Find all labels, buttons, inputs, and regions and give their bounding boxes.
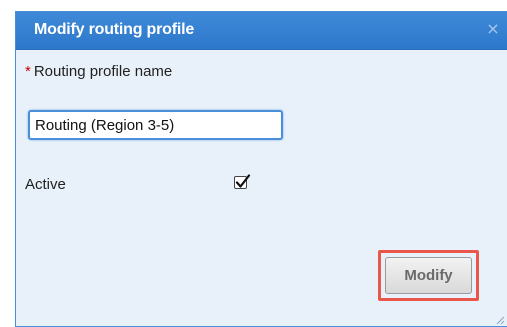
routing-profile-name-input[interactable] [28, 110, 283, 140]
modify-button[interactable]: Modify [385, 257, 472, 294]
active-label: Active [25, 176, 66, 193]
routing-profile-name-label: * Routing profile name [25, 61, 225, 82]
dialog-title: Modify routing profile [34, 21, 195, 38]
dialog-title-bar[interactable]: Modify routing profile × [16, 12, 507, 50]
checkmark-icon [235, 174, 251, 188]
resize-grip-icon[interactable] [493, 313, 505, 325]
active-checkbox[interactable] [234, 174, 251, 189]
routing-profile-name-label-text: Routing profile name [33, 63, 173, 80]
close-icon[interactable]: × [485, 21, 501, 37]
required-marker: * [25, 63, 31, 80]
